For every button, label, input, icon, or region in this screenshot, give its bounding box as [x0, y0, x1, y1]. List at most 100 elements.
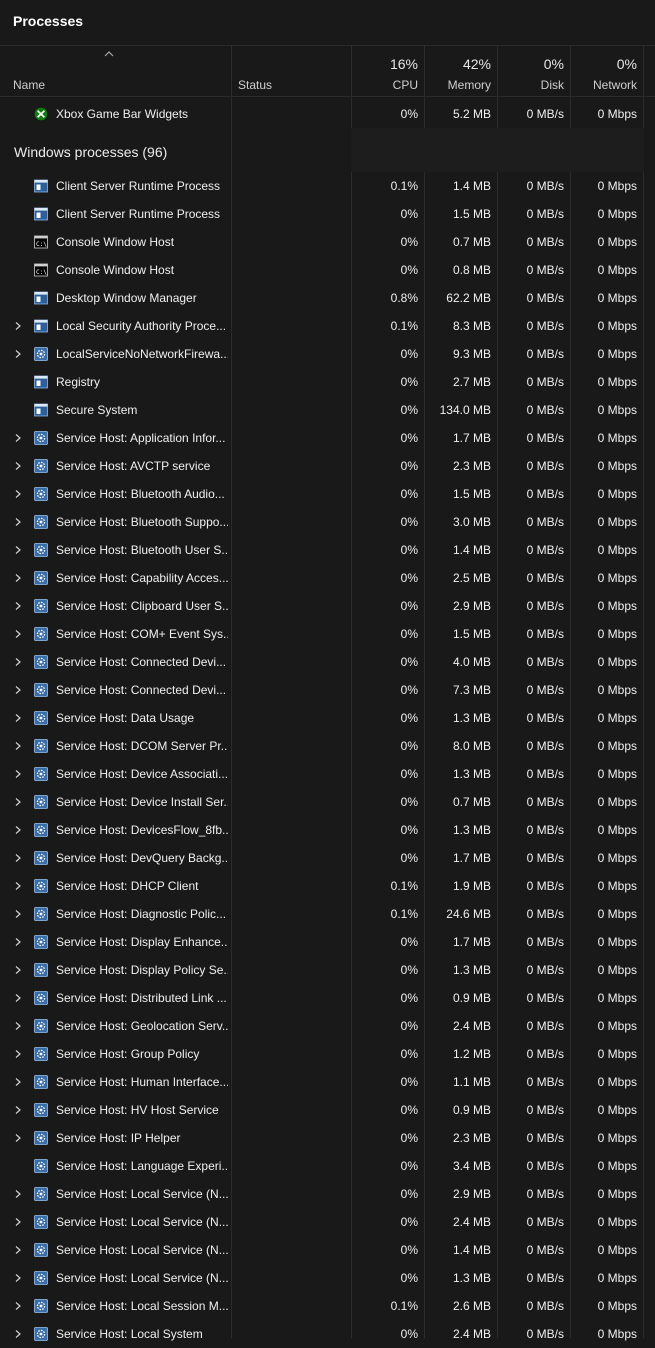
process-row[interactable]: Service Host: Distributed Link ... 0% 0.…	[0, 984, 655, 1012]
process-row[interactable]: Service Host: Device Associati... 0% 1.3…	[0, 760, 655, 788]
process-row[interactable]: Service Host: Human Interface... 0% 1.1 …	[0, 1068, 655, 1096]
cpu-value: 0%	[400, 1131, 418, 1145]
process-row[interactable]: Service Host: DevicesFlow_8fb... 0% 1.3 …	[0, 816, 655, 844]
cpu-value: 0%	[400, 1047, 418, 1061]
process-row[interactable]: Secure System 0% 134.0 MB 0 MB/s 0 Mbps	[0, 396, 655, 424]
process-row[interactable]: Service Host: Connected Devi... 0% 7.3 M…	[0, 676, 655, 704]
process-row[interactable]: Service Host: Data Usage 0% 1.3 MB 0 MB/…	[0, 704, 655, 732]
chevron-right-icon[interactable]	[13, 937, 23, 947]
process-row[interactable]: Client Server Runtime Process 0% 1.5 MB …	[0, 200, 655, 228]
process-row[interactable]: Service Host: Local Service (N... 0% 1.3…	[0, 1264, 655, 1292]
gear-icon	[34, 487, 48, 501]
chevron-right-icon[interactable]	[13, 629, 23, 639]
chevron-right-icon[interactable]	[13, 993, 23, 1003]
process-row[interactable]: Service Host: Local Service (N... 0% 1.4…	[0, 1236, 655, 1264]
process-row[interactable]: Service Host: Clipboard User S... 0% 2.9…	[0, 592, 655, 620]
chevron-right-icon[interactable]	[13, 545, 23, 555]
chevron-right-icon[interactable]	[13, 321, 23, 331]
chevron-right-icon[interactable]	[13, 881, 23, 891]
chevron-right-icon[interactable]	[13, 741, 23, 751]
cpu-value: 0%	[400, 235, 418, 249]
chevron-right-icon[interactable]	[13, 1021, 23, 1031]
header-status[interactable]: Status	[238, 78, 272, 92]
chevron-right-icon[interactable]	[13, 853, 23, 863]
chevron-right-icon[interactable]	[13, 601, 23, 611]
chevron-right-icon[interactable]	[13, 1077, 23, 1087]
process-row[interactable]: Service Host: Language Experi... 0% 3.4 …	[0, 1152, 655, 1180]
window-app-icon	[34, 403, 48, 417]
group-header[interactable]: Windows processes (96)	[0, 128, 655, 172]
process-name: Service Host: Display Policy Se...	[56, 963, 228, 977]
header-cpu[interactable]: 16% CPU	[352, 46, 425, 96]
process-row[interactable]: C:\ Console Window Host 0% 0.8 MB 0 MB/s…	[0, 256, 655, 284]
chevron-right-icon[interactable]	[13, 685, 23, 695]
network-value: 0 Mbps	[597, 235, 637, 249]
process-row[interactable]: Service Host: Application Infor... 0% 1.…	[0, 424, 655, 452]
chevron-right-icon[interactable]	[13, 433, 23, 443]
process-row[interactable]: Service Host: Local Service (N... 0% 2.9…	[0, 1180, 655, 1208]
process-row[interactable]: Service Host: DHCP Client 0.1% 1.9 MB 0 …	[0, 872, 655, 900]
process-row[interactable]: Service Host: Connected Devi... 0% 4.0 M…	[0, 648, 655, 676]
chevron-right-icon[interactable]	[13, 1301, 23, 1311]
chevron-right-icon[interactable]	[13, 1273, 23, 1283]
memory-value: 3.0 MB	[452, 515, 491, 529]
process-row[interactable]: Registry 0% 2.7 MB 0 MB/s 0 Mbps	[0, 368, 655, 396]
process-row[interactable]: Service Host: Local Session M... 0.1% 2.…	[0, 1292, 655, 1320]
chevron-right-icon[interactable]	[13, 349, 23, 359]
header-disk[interactable]: 0% Disk	[498, 46, 571, 96]
chevron-right-icon[interactable]	[13, 489, 23, 499]
process-row[interactable]: Service Host: Local System 0% 2.4 MB 0 M…	[0, 1320, 655, 1348]
process-row[interactable]: Service Host: Diagnostic Polic... 0.1% 2…	[0, 900, 655, 928]
process-row[interactable]: Service Host: DevQuery Backg... 0% 1.7 M…	[0, 844, 655, 872]
process-row[interactable]: Client Server Runtime Process 0.1% 1.4 M…	[0, 172, 655, 200]
memory-value: 134.0 MB	[439, 403, 491, 417]
disk-value: 0 MB/s	[526, 1103, 564, 1117]
chevron-right-icon[interactable]	[13, 573, 23, 583]
chevron-right-icon[interactable]	[13, 965, 23, 975]
process-row[interactable]: LocalServiceNoNetworkFirewa... 0% 9.3 MB…	[0, 340, 655, 368]
memory-value: 1.3 MB	[452, 963, 491, 977]
process-row[interactable]: Service Host: Bluetooth User S... 0% 1.4…	[0, 536, 655, 564]
process-row[interactable]: Desktop Window Manager 0.8% 62.2 MB 0 MB…	[0, 284, 655, 312]
chevron-right-icon[interactable]	[13, 517, 23, 527]
chevron-right-icon[interactable]	[13, 769, 23, 779]
chevron-right-icon[interactable]	[13, 1049, 23, 1059]
process-row[interactable]: Service Host: COM+ Event Sys... 0% 1.5 M…	[0, 620, 655, 648]
process-row[interactable]: Service Host: Bluetooth Suppo... 0% 3.0 …	[0, 508, 655, 536]
process-row[interactable]: Service Host: Display Enhance... 0% 1.7 …	[0, 928, 655, 956]
chevron-right-icon[interactable]	[13, 1189, 23, 1199]
sort-ascending-icon[interactable]	[103, 49, 115, 59]
process-row[interactable]: Service Host: AVCTP service 0% 2.3 MB 0 …	[0, 452, 655, 480]
process-row[interactable]: Xbox Game Bar Widgets 0% 5.2 MB 0 MB/s 0…	[0, 100, 655, 128]
chevron-right-icon[interactable]	[13, 797, 23, 807]
process-row[interactable]: Service Host: Device Install Ser... 0% 0…	[0, 788, 655, 816]
process-row[interactable]: Service Host: HV Host Service 0% 0.9 MB …	[0, 1096, 655, 1124]
process-row[interactable]: Service Host: DCOM Server Pr... 0% 8.0 M…	[0, 732, 655, 760]
chevron-right-icon[interactable]	[13, 1133, 23, 1143]
chevron-right-icon[interactable]	[13, 657, 23, 667]
process-row[interactable]: Service Host: Local Service (N... 0% 2.4…	[0, 1208, 655, 1236]
process-row[interactable]: Service Host: Capability Acces... 0% 2.5…	[0, 564, 655, 592]
header-memory[interactable]: 42% Memory	[425, 46, 498, 96]
process-row[interactable]: C:\ Console Window Host 0% 0.7 MB 0 MB/s…	[0, 228, 655, 256]
cpu-value: 0%	[400, 1327, 418, 1341]
process-row[interactable]: Service Host: IP Helper 0% 2.3 MB 0 MB/s…	[0, 1124, 655, 1152]
process-row[interactable]: Service Host: Geolocation Serv... 0% 2.4…	[0, 1012, 655, 1040]
chevron-right-icon[interactable]	[13, 1217, 23, 1227]
chevron-right-icon[interactable]	[13, 713, 23, 723]
disk-value: 0 MB/s	[526, 795, 564, 809]
header-cpu-percent: 16%	[389, 56, 418, 72]
process-row[interactable]: Service Host: Bluetooth Audio... 0% 1.5 …	[0, 480, 655, 508]
process-name: Service Host: HV Host Service	[56, 1103, 219, 1117]
process-row[interactable]: Local Security Authority Proce... 0.1% 8…	[0, 312, 655, 340]
chevron-right-icon[interactable]	[13, 461, 23, 471]
chevron-right-icon[interactable]	[13, 1245, 23, 1255]
chevron-right-icon[interactable]	[13, 909, 23, 919]
process-row[interactable]: Service Host: Group Policy 0% 1.2 MB 0 M…	[0, 1040, 655, 1068]
process-row[interactable]: Service Host: Display Policy Se... 0% 1.…	[0, 956, 655, 984]
chevron-right-icon[interactable]	[13, 1105, 23, 1115]
chevron-right-icon[interactable]	[13, 825, 23, 835]
header-name[interactable]: Name	[13, 78, 45, 92]
header-network[interactable]: 0% Network	[571, 46, 644, 96]
disk-value: 0 MB/s	[526, 1243, 564, 1257]
